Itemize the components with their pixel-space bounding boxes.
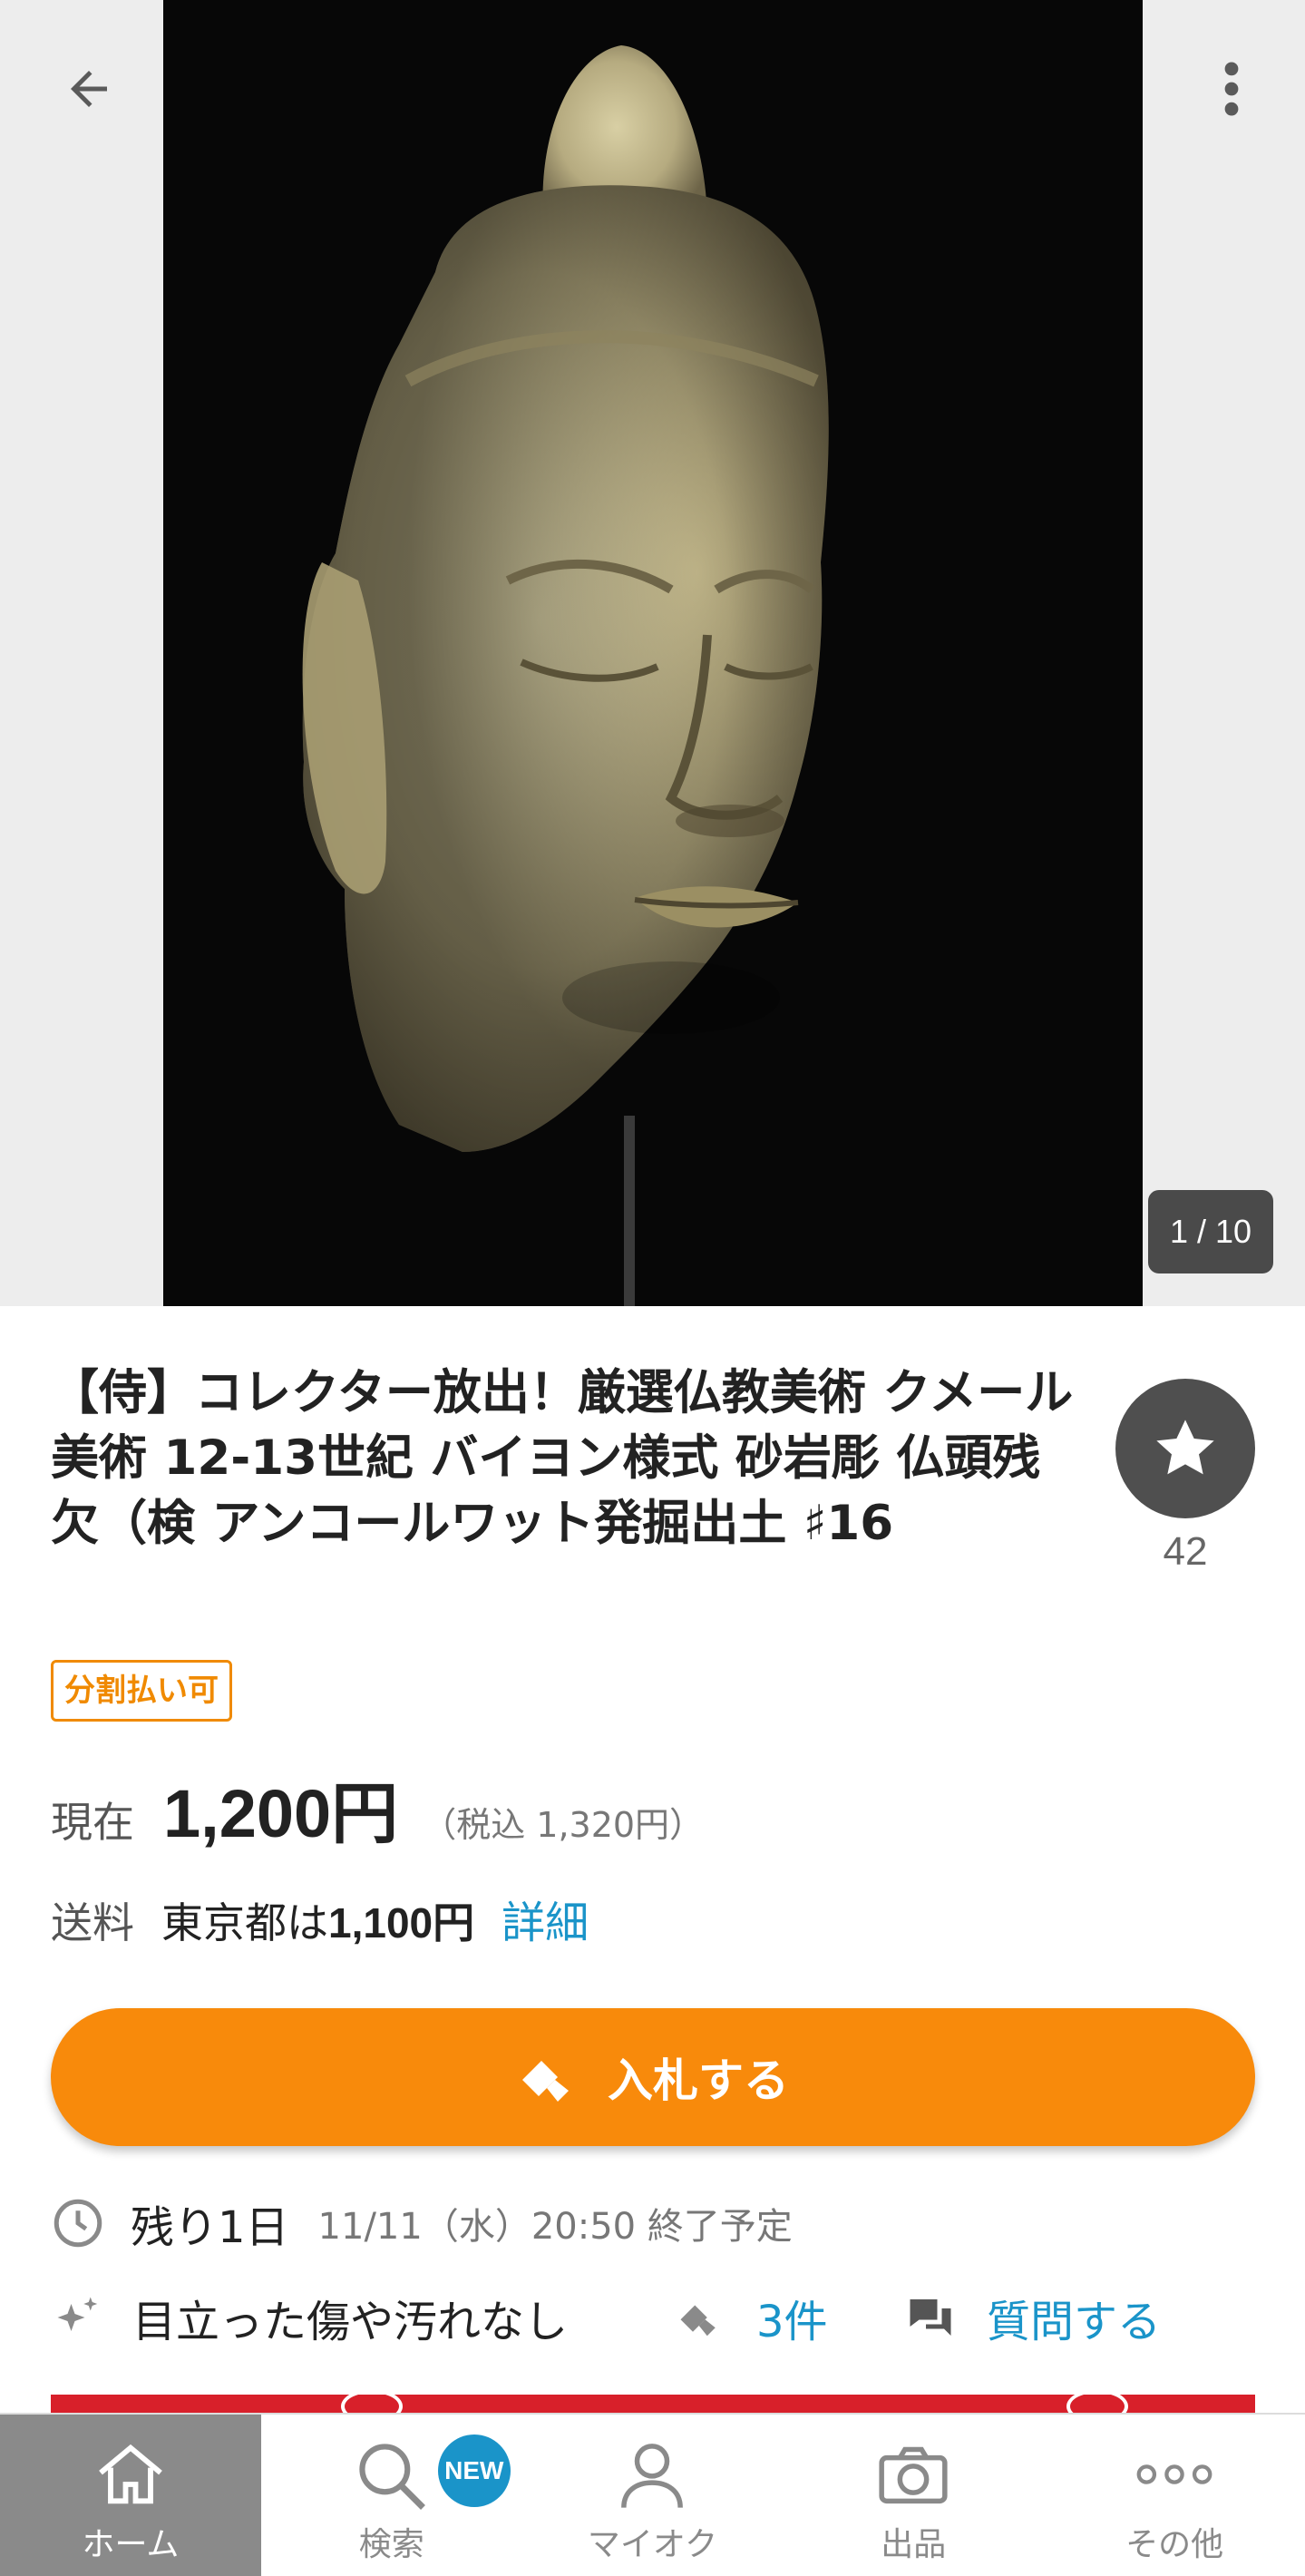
banner-decoration xyxy=(1066,2395,1128,2413)
promo-banner[interactable] xyxy=(51,2395,1255,2413)
shipping-fee: 東京都は1,100円 xyxy=(161,1890,474,1950)
image-counter: 1 / 10 xyxy=(1148,1190,1273,1273)
nav-sell[interactable]: 出品 xyxy=(783,2415,1044,2576)
shipping-region: 東京都は xyxy=(161,1898,328,1947)
price-tax-included: （税込 1,320円） xyxy=(422,1805,705,1845)
bottom-nav: ホーム NEW 検索 マイオク 出品 その他 xyxy=(0,2413,1305,2576)
ask-question-link[interactable]: 質問する xyxy=(903,2286,1161,2349)
info-row: 目立った傷や汚れなし 3件 質問する xyxy=(51,2286,1257,2349)
nav-label: マイオク xyxy=(587,2526,718,2563)
arrow-left-icon xyxy=(71,71,107,107)
buddha-head-photo xyxy=(163,0,1143,1306)
bid-button[interactable]: 入札する xyxy=(51,2008,1255,2146)
ask-question-label: 質問する xyxy=(987,2297,1162,2347)
sparkle-icon xyxy=(51,2290,105,2345)
banner-decoration xyxy=(341,2395,403,2413)
time-remaining-row: 残り1日 11/11（水）20:50 終了予定 xyxy=(51,2191,793,2255)
new-badge: NEW xyxy=(437,2435,511,2507)
star-icon xyxy=(1156,1420,1214,1475)
search-icon xyxy=(350,2435,433,2518)
end-time: 11/11（水）20:50 終了予定 xyxy=(317,2206,793,2248)
shipping-amount: 1,100円 xyxy=(328,1899,475,1947)
nav-label: その他 xyxy=(1125,2526,1224,2563)
nav-other[interactable]: その他 xyxy=(1044,2415,1305,2576)
bid-button-label: 入札する xyxy=(608,2055,789,2106)
nav-label: ホーム xyxy=(82,2526,180,2563)
shipping-detail-link[interactable]: 詳細 xyxy=(502,1887,589,1950)
chat-bubble-icon xyxy=(903,2290,958,2345)
product-photo[interactable] xyxy=(163,0,1143,1306)
watch-count: 42 xyxy=(1163,1529,1208,1574)
current-price: 1,200円 xyxy=(163,1776,399,1851)
gavel-small-icon xyxy=(677,2293,726,2342)
shipping-label: 送料 xyxy=(51,1898,134,1947)
watchlist-button[interactable] xyxy=(1115,1379,1255,1518)
camera-icon xyxy=(873,2435,953,2514)
clock-icon xyxy=(51,2196,105,2250)
user-icon xyxy=(612,2435,692,2514)
home-icon xyxy=(91,2435,170,2514)
nav-label: 検索 xyxy=(358,2526,424,2563)
bid-history-link[interactable]: 3件 xyxy=(677,2286,828,2349)
condition-text: 目立った傷や汚れなし xyxy=(132,2297,569,2347)
nav-search[interactable]: NEW 検索 xyxy=(261,2415,522,2576)
price-label: 現在 xyxy=(51,1798,134,1847)
gavel-icon xyxy=(517,2044,582,2110)
installment-badge: 分割払い可 xyxy=(51,1660,232,1722)
nav-label: 出品 xyxy=(881,2526,947,2563)
bid-count: 3件 xyxy=(756,2297,828,2347)
price-row: 現在 1,200円 （税込 1,320円） xyxy=(51,1760,704,1851)
more-dots-icon xyxy=(1133,2435,1216,2514)
shipping-row: 送料 東京都は1,100円 詳細 xyxy=(51,1887,589,1950)
item-title: 【侍】コレクター放出！厳選仏教美術 クメール美術 12-13世紀 バイヨン様式 … xyxy=(51,1365,1074,1551)
nav-my-auction[interactable]: マイオク xyxy=(522,2415,784,2576)
product-image-carousel[interactable]: 1 / 10 xyxy=(0,0,1305,1306)
nav-home[interactable]: ホーム xyxy=(0,2415,261,2576)
time-remaining: 残り1日 xyxy=(131,2202,289,2253)
kebab-menu-icon xyxy=(1224,62,1239,116)
back-button[interactable] xyxy=(54,54,123,123)
more-options-button[interactable] xyxy=(1197,54,1266,123)
item-condition: 目立った傷や汚れなし xyxy=(51,2286,568,2349)
